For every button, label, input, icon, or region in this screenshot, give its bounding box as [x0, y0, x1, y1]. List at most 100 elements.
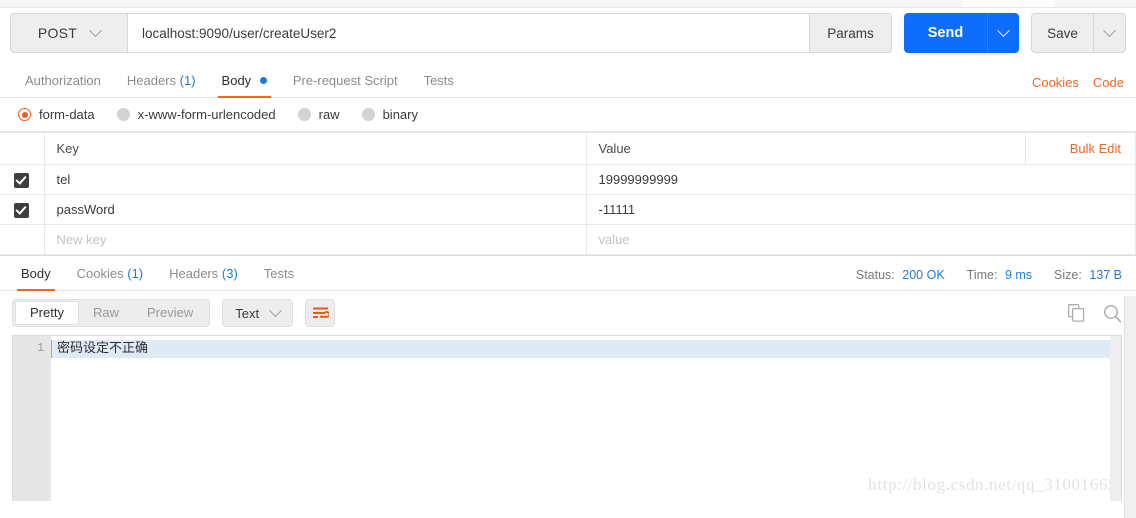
chevron-down-icon — [269, 303, 282, 317]
header-check-cell — [0, 132, 45, 165]
body-modified-dot-icon — [259, 77, 267, 84]
save-options-button[interactable] — [1093, 13, 1126, 53]
response-body-viewer[interactable]: 1 密码设定不正确 http://blog.csdn.net/qq_310016… — [12, 335, 1122, 501]
bulk-edit-link[interactable]: Bulk Edit — [1070, 141, 1121, 156]
radio-unselected-icon — [297, 108, 311, 121]
send-button-group: Send — [904, 13, 1019, 53]
copy-icon[interactable] — [1068, 304, 1085, 322]
radio-label: form-data — [39, 107, 95, 122]
tab-label: Body — [21, 266, 51, 281]
tab-label: Authorization — [25, 73, 101, 88]
row-key-cell[interactable]: tel — [44, 164, 587, 195]
window-top-strip — [0, 0, 1136, 8]
request-url-bar: POST localhost:9090/user/createUser2 Par… — [0, 8, 1136, 64]
view-mode-preview[interactable]: Preview — [133, 301, 207, 325]
send-label: Send — [927, 25, 964, 41]
window-right-edge — [1124, 296, 1136, 518]
row-key-text: passWord — [56, 202, 115, 217]
row-value-cell[interactable]: -11111 — [586, 194, 1136, 225]
size-value: 137 B — [1089, 268, 1122, 282]
postman-window: POST localhost:9090/user/createUser2 Par… — [0, 0, 1136, 518]
size-label: Size: — [1054, 268, 1082, 282]
tab-authorization[interactable]: Authorization — [12, 64, 114, 97]
radio-binary[interactable]: binary — [361, 107, 418, 122]
response-toolbar: Pretty Raw Preview Text — [0, 291, 1136, 335]
row-value-cell[interactable]: 19999999999 — [586, 164, 1136, 195]
line-number: 1 — [37, 342, 44, 355]
header-value-label: Value — [598, 141, 631, 156]
word-wrap-icon — [312, 307, 329, 319]
time-value: 9 ms — [1004, 268, 1033, 282]
http-method-label: POST — [37, 25, 78, 41]
response-view-mode-group: Pretty Raw Preview — [12, 299, 211, 327]
view-mode-raw[interactable]: Raw — [79, 301, 133, 325]
tab-pre-request-script[interactable]: Pre-request Script — [280, 64, 411, 97]
send-button[interactable]: Send — [904, 13, 987, 53]
time-badge: Time: 9 ms — [967, 268, 1032, 282]
radio-label: binary — [382, 107, 418, 122]
search-icon[interactable] — [1103, 304, 1122, 323]
response-tab-bar: Body Cookies (1) Headers (3) Tests Statu… — [0, 256, 1136, 291]
radio-x-www-form-urlencoded[interactable]: x-www-form-urlencoded — [116, 107, 276, 122]
table-row: passWord -11111 — [0, 194, 1136, 225]
request-url-input[interactable]: localhost:9090/user/createUser2 — [127, 13, 809, 53]
table-new-row: New key value — [0, 224, 1136, 255]
tab-body[interactable]: Body — [209, 64, 280, 98]
radio-label: x-www-form-urlencoded — [137, 107, 276, 122]
header-key-cell: Key — [44, 132, 587, 165]
view-mode-label: Pretty — [30, 305, 64, 320]
cookies-link[interactable]: Cookies — [1032, 75, 1079, 90]
tab-label: Tests — [423, 73, 454, 88]
view-mode-pretty[interactable]: Pretty — [15, 301, 79, 325]
line-number-gutter: 1 — [13, 336, 51, 501]
radio-form-data[interactable]: form-data — [18, 107, 95, 122]
row-key-cell[interactable]: passWord — [44, 194, 587, 225]
new-value-placeholder: value — [598, 232, 630, 247]
status-value: 200 OK — [902, 268, 945, 282]
response-vertical-scrollbar[interactable] — [1110, 336, 1121, 501]
save-label: Save — [1047, 25, 1078, 41]
status-badge: Status: 200 OK — [856, 268, 945, 282]
radio-label: raw — [318, 107, 340, 122]
view-mode-label: Preview — [146, 305, 194, 320]
save-button[interactable]: Save — [1031, 13, 1093, 53]
row-checkbox-cell[interactable] — [0, 194, 45, 225]
http-method-selector[interactable]: POST — [10, 13, 127, 53]
new-key-placeholder: New key — [56, 232, 107, 247]
tab-headers[interactable]: Headers (1) — [114, 64, 209, 97]
tab-tests[interactable]: Tests — [411, 64, 467, 97]
params-button[interactable]: Params — [809, 13, 892, 53]
new-row-value-cell[interactable]: value — [586, 224, 1136, 255]
response-format-label: Text — [235, 305, 260, 321]
response-tab-headers[interactable]: Headers (3) — [156, 257, 251, 290]
word-wrap-button[interactable] — [305, 299, 336, 327]
response-tab-cookies[interactable]: Cookies (1) — [64, 257, 156, 290]
tab-count: (1) — [127, 266, 144, 281]
tab-label: Cookies — [76, 266, 124, 281]
response-format-selector[interactable]: Text — [222, 299, 294, 327]
watermark-text: http://blog.csdn.net/qq_31001665 — [868, 475, 1117, 494]
row-checkbox-cell[interactable] — [0, 164, 45, 195]
new-row-key-cell[interactable]: New key — [44, 224, 587, 255]
response-toolbar-actions — [1068, 304, 1122, 323]
tab-label: Tests — [263, 266, 295, 281]
code-link[interactable]: Code — [1093, 75, 1124, 90]
size-badge: Size: 137 B — [1054, 268, 1122, 282]
form-data-table: Key Value Bulk Edit tel 19999999999 pass… — [0, 132, 1136, 256]
radio-raw[interactable]: raw — [297, 107, 340, 122]
response-code-area[interactable]: 密码设定不正确 http://blog.csdn.net/qq_31001665 — [51, 336, 1121, 501]
window-notch — [963, 0, 1055, 7]
new-row-checkbox-cell — [0, 224, 45, 255]
tab-count: (1) — [179, 73, 196, 88]
table-row: tel 19999999999 — [0, 164, 1136, 195]
send-options-button[interactable] — [987, 13, 1019, 53]
response-meta: Status: 200 OK Time: 9 ms Size: 137 B — [856, 268, 1122, 282]
params-label: Params — [827, 25, 874, 41]
save-button-group: Save — [1031, 13, 1126, 53]
response-tab-tests[interactable]: Tests — [251, 257, 307, 290]
row-key-text: tel — [56, 172, 71, 187]
checkbox-checked-icon[interactable] — [14, 172, 30, 188]
checkbox-checked-icon[interactable] — [14, 202, 30, 218]
response-tab-body[interactable]: Body — [8, 257, 64, 291]
status-label: Status: — [855, 268, 895, 282]
